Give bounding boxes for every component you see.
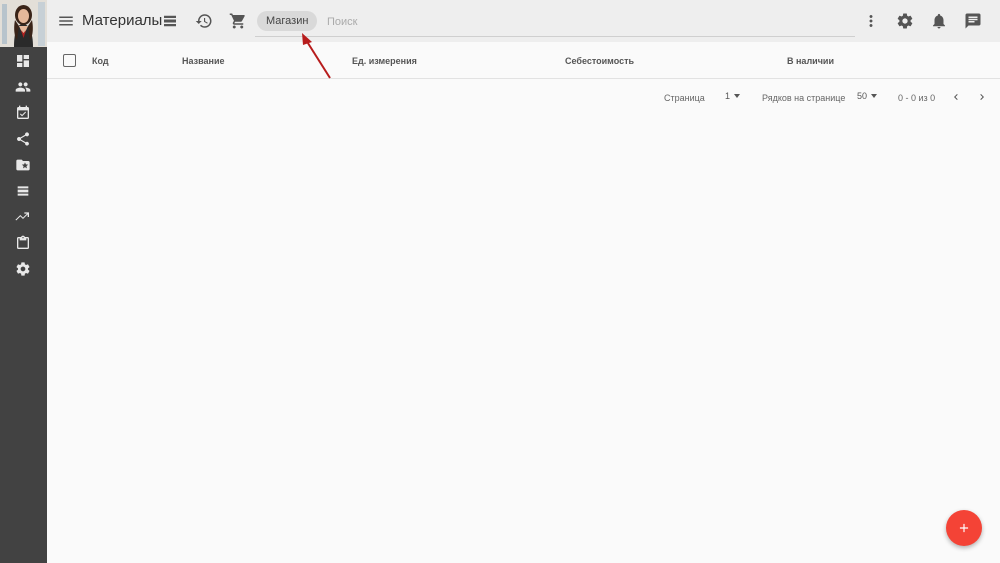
more-vert-icon[interactable] bbox=[861, 11, 881, 31]
list-icon[interactable] bbox=[14, 182, 32, 200]
search-input[interactable] bbox=[327, 14, 777, 29]
rows-per-page-select[interactable]: 50 bbox=[857, 91, 878, 101]
app-root: Материалы Магазин Код Название Ед. изм bbox=[0, 0, 1000, 563]
folder-special-icon[interactable] bbox=[14, 156, 32, 174]
sidebar bbox=[0, 0, 47, 563]
share-icon[interactable] bbox=[14, 130, 32, 148]
chat-icon[interactable] bbox=[963, 11, 983, 31]
cart-icon[interactable] bbox=[228, 11, 248, 31]
add-button[interactable] bbox=[946, 510, 982, 546]
dropdown-arrow-icon bbox=[871, 94, 878, 98]
dashboard-icon[interactable] bbox=[14, 52, 32, 70]
dropdown-arrow-icon bbox=[734, 94, 741, 98]
trending-icon[interactable] bbox=[14, 208, 32, 226]
select-all-checkbox[interactable] bbox=[63, 54, 76, 67]
table-header: Код Название Ед. измерения Себестоимость… bbox=[47, 42, 1000, 79]
chevron-left-icon bbox=[954, 94, 958, 100]
column-header-cost[interactable]: Себестоимость bbox=[565, 56, 634, 66]
history-icon[interactable] bbox=[194, 11, 214, 31]
bell-icon[interactable] bbox=[929, 11, 949, 31]
column-header-unit[interactable]: Ед. измерения bbox=[352, 56, 417, 66]
event-available-icon[interactable] bbox=[14, 104, 32, 122]
rows-per-page-label: Рядков на странице bbox=[762, 93, 846, 103]
top-app-bar: Материалы Магазин bbox=[47, 0, 1000, 42]
avatar[interactable] bbox=[0, 0, 47, 47]
page-title: Материалы bbox=[82, 12, 163, 29]
next-page-button[interactable] bbox=[975, 89, 989, 105]
column-header-code[interactable]: Код bbox=[92, 56, 109, 66]
page-range: 0 - 0 из 0 bbox=[898, 93, 936, 103]
avatar-image bbox=[0, 0, 47, 47]
settings-icon[interactable] bbox=[14, 260, 32, 278]
menu-icon[interactable] bbox=[56, 11, 76, 31]
search-underline bbox=[255, 36, 855, 37]
prev-page-button[interactable] bbox=[949, 89, 963, 105]
list-view-icon[interactable] bbox=[160, 11, 180, 31]
annotation-arrow bbox=[302, 33, 331, 79]
settings-icon[interactable] bbox=[895, 11, 915, 31]
assignment-icon[interactable] bbox=[14, 234, 32, 252]
column-header-in-stock[interactable]: В наличии bbox=[787, 56, 834, 66]
column-header-name[interactable]: Название bbox=[182, 56, 224, 66]
page-select[interactable]: 1 bbox=[725, 91, 741, 101]
chevron-right-icon bbox=[980, 94, 984, 100]
plus-icon bbox=[959, 523, 969, 533]
page-label: Страница bbox=[664, 93, 705, 103]
page-select-value: 1 bbox=[725, 91, 731, 101]
rows-per-page-value: 50 bbox=[857, 91, 868, 101]
people-icon[interactable] bbox=[14, 78, 32, 96]
